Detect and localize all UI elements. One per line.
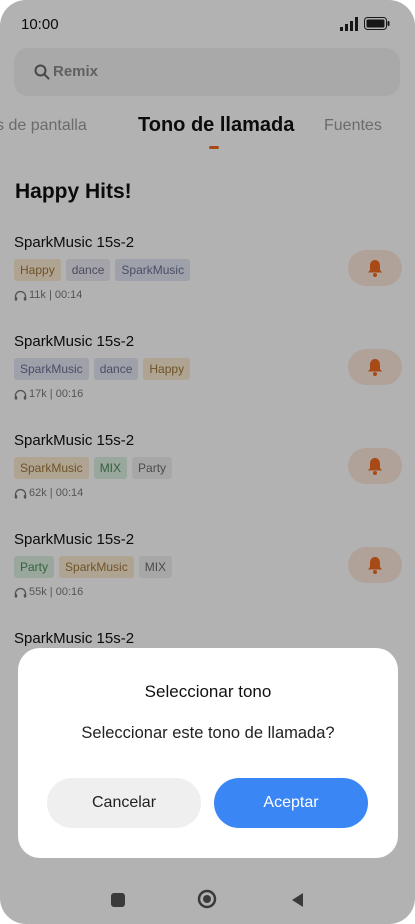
recents-icon[interactable] [111, 893, 125, 907]
back-icon[interactable] [289, 891, 305, 909]
ringtone-screen: 10:00 Remix s de pantalla Tono de llamad… [0, 0, 415, 924]
cancel-button[interactable]: Cancelar [47, 778, 201, 828]
system-nav-bar [0, 870, 415, 924]
dialog-message: Seleccionar este tono de llamada? [81, 724, 335, 742]
accept-button[interactable]: Aceptar [214, 778, 368, 828]
select-ringtone-dialog: Seleccionar tono Seleccionar este tono d… [18, 648, 398, 858]
home-icon[interactable] [197, 889, 217, 909]
dialog-title: Seleccionar tono [144, 682, 272, 701]
